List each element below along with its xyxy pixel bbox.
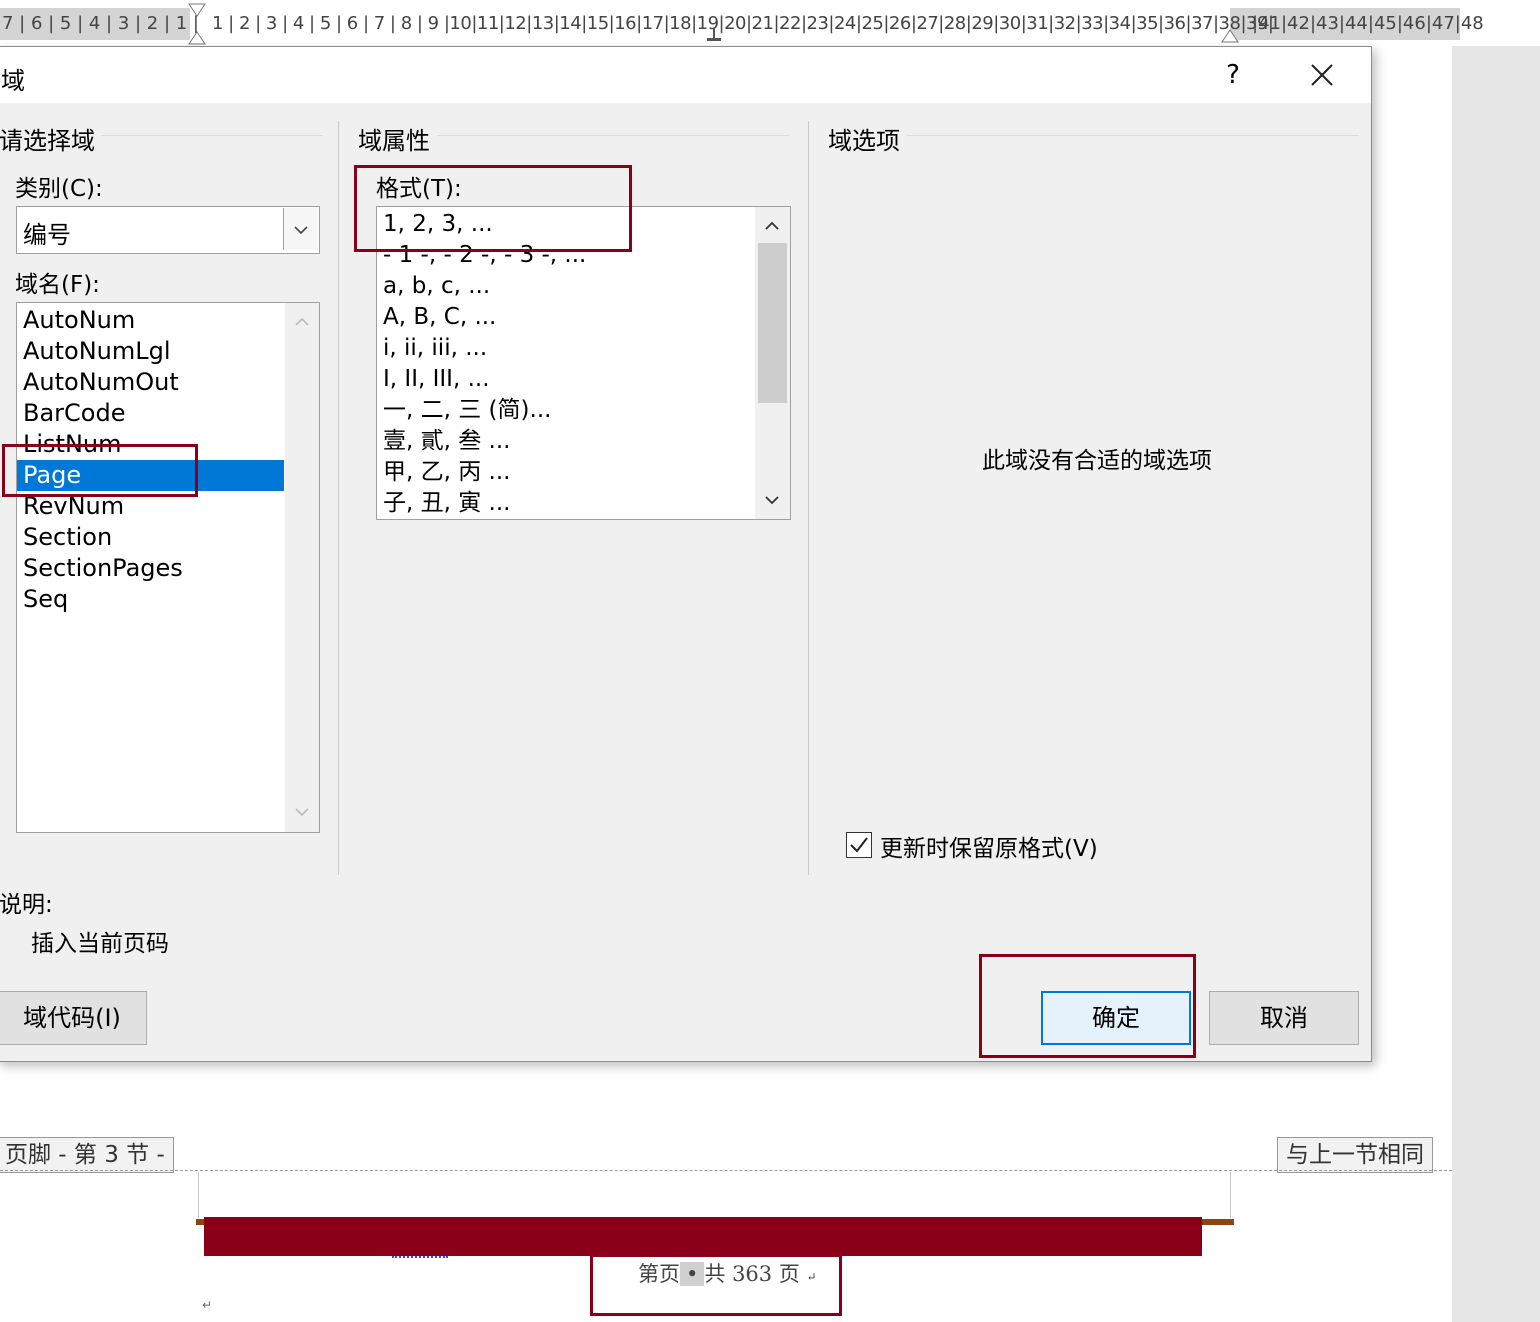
list-item[interactable]: 一, 二, 三 (简)... bbox=[377, 395, 755, 426]
list-item[interactable]: A, B, C, ... bbox=[377, 302, 755, 333]
highlight-box-ok bbox=[979, 954, 1196, 1058]
list-item[interactable]: AutoNum bbox=[17, 305, 284, 336]
document-background bbox=[1452, 46, 1540, 1322]
no-options-text: 此域没有合适的域选项 bbox=[982, 448, 1212, 474]
footer-section-tab: 页脚 - 第 3 节 - bbox=[0, 1137, 174, 1173]
list-item[interactable]: Seq bbox=[17, 584, 284, 615]
highlight-box-format bbox=[354, 165, 632, 252]
fieldname-label: 域名(F): bbox=[15, 272, 100, 298]
scroll-thumb[interactable] bbox=[758, 243, 787, 403]
footer-banner bbox=[204, 1217, 1202, 1256]
scroll-up-icon[interactable] bbox=[285, 311, 319, 331]
spellcheck-underline bbox=[392, 1252, 448, 1258]
ruler-right-numbers: 1 | 2 | 3 | 4 | 5 | 6 | 7 | 8 | 9 |10|11… bbox=[212, 13, 1274, 34]
list-item[interactable]: AutoNumOut bbox=[17, 367, 284, 398]
divider bbox=[101, 135, 323, 136]
cancel-button[interactable]: 取消 bbox=[1209, 991, 1359, 1045]
footer-boundary bbox=[0, 1170, 1452, 1171]
category-label: 类别(C): bbox=[15, 176, 103, 202]
help-button[interactable]: ? bbox=[1215, 57, 1251, 93]
margin-guide-left bbox=[198, 1172, 199, 1218]
scroll-down-icon[interactable] bbox=[755, 491, 790, 511]
list-item[interactable]: Section bbox=[17, 522, 284, 553]
list-item[interactable]: SectionPages bbox=[17, 553, 284, 584]
scrollbar[interactable] bbox=[285, 303, 319, 832]
format-listbox[interactable]: 1, 2, 3, ... - 1 -, - 2 -, - 3 -, ... a,… bbox=[376, 206, 791, 520]
dropdown-button[interactable] bbox=[283, 208, 318, 250]
chevron-down-icon bbox=[294, 226, 308, 235]
ruler-far-numbers: |41|42|43|44|45|46|47|48 bbox=[1252, 13, 1484, 34]
highlight-box-page bbox=[2, 444, 198, 497]
preserve-format-label: 更新时保留原格式(V) bbox=[880, 836, 1098, 862]
list-item[interactable]: 壹, 貳, 叁 ... bbox=[377, 426, 755, 457]
list-item[interactable]: AutoNumLgl bbox=[17, 336, 284, 367]
list-item[interactable]: I, II, III, ... bbox=[377, 364, 755, 395]
choose-field-title: 请选择域 bbox=[0, 127, 95, 155]
indent-marker-icon[interactable] bbox=[186, 2, 208, 46]
list-item[interactable]: BarCode bbox=[17, 398, 284, 429]
ruler-left-numbers: 7 | 6 | 5 | 4 | 3 | 2 | 1 | bbox=[2, 13, 199, 34]
column-divider bbox=[808, 121, 809, 875]
scroll-up-icon[interactable] bbox=[755, 215, 790, 235]
right-indent-marker-icon[interactable] bbox=[1220, 28, 1240, 44]
scroll-down-icon[interactable] bbox=[285, 803, 319, 823]
list-item[interactable]: i, ii, iii, ... bbox=[377, 333, 755, 364]
margin-guide-right bbox=[1230, 1172, 1231, 1218]
close-icon[interactable] bbox=[1302, 55, 1342, 95]
category-value: 编号 bbox=[23, 221, 71, 249]
dialog-title: 域 bbox=[1, 67, 25, 95]
list-item[interactable]: 子, 丑, 寅 ... bbox=[377, 488, 755, 519]
divider bbox=[907, 135, 1359, 136]
same-as-previous-tab[interactable]: 与上一节相同 bbox=[1277, 1137, 1433, 1173]
field-properties-title: 域属性 bbox=[358, 127, 430, 155]
divider bbox=[437, 135, 789, 136]
field-options-title: 域选项 bbox=[828, 127, 900, 155]
format-list: 1, 2, 3, ... - 1 -, - 2 -, - 3 -, ... a,… bbox=[377, 209, 755, 519]
fieldname-listbox[interactable]: AutoNum AutoNumLgl AutoNumOut BarCode Li… bbox=[16, 302, 320, 833]
description-label: 说明: bbox=[0, 892, 53, 918]
tab-stop-icon[interactable] bbox=[704, 28, 724, 44]
paragraph-mark: ↵ bbox=[202, 1298, 213, 1312]
preserve-format-checkbox[interactable]: 更新时保留原格式(V) bbox=[846, 829, 1146, 863]
dialog-titlebar[interactable]: 域 ? bbox=[0, 47, 1371, 103]
list-item[interactable]: a, b, c, ... bbox=[377, 271, 755, 302]
field-codes-button[interactable]: 域代码(I) bbox=[0, 991, 147, 1045]
field-dialog: 域 ? 请选择域 类别(C): 编号 域名(F): AutoNum AutoNu… bbox=[0, 46, 1372, 1062]
highlight-box-footer bbox=[590, 1254, 842, 1316]
checkmark-icon bbox=[850, 837, 868, 853]
scrollbar[interactable] bbox=[755, 207, 790, 519]
column-divider bbox=[338, 121, 339, 875]
category-dropdown[interactable]: 编号 bbox=[16, 206, 320, 254]
horizontal-ruler[interactable]: 7 | 6 | 5 | 4 | 3 | 2 | 1 | 1 | 2 | 3 | … bbox=[0, 0, 1540, 46]
checkbox-box[interactable] bbox=[846, 832, 872, 858]
list-item[interactable]: 甲, 乙, 丙 ... bbox=[377, 457, 755, 488]
description-text: 插入当前页码 bbox=[31, 931, 169, 957]
